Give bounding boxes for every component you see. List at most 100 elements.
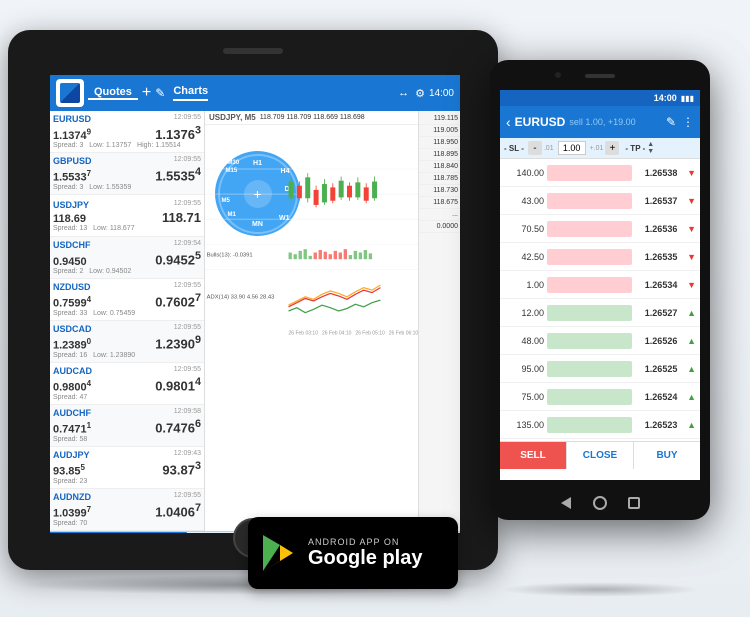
quote-row[interactable]: AUDJPY 12:09:43 93.855 93.873 Spread: 23 bbox=[50, 447, 204, 489]
ob-qty: 12.00 bbox=[504, 308, 544, 318]
orderbook-row: 140.00 1.26538 ▼ bbox=[500, 159, 700, 187]
tp-up-arrow[interactable]: ▲ bbox=[647, 141, 654, 148]
quote-row[interactable]: AUDCHF 12:09:58 0.74711 0.74766 Spread: … bbox=[50, 405, 204, 447]
ob-qty: 70.50 bbox=[504, 224, 544, 234]
quote-ask: 1.13763 bbox=[155, 127, 201, 142]
quote-low-high: Spread: 70 bbox=[53, 520, 201, 527]
quote-low-high: Spread: 2 Low: 0.94502 bbox=[53, 268, 201, 275]
buy-button[interactable]: BUY bbox=[634, 442, 700, 469]
quote-low-high: Spread: 33 Low: 0.75459 bbox=[53, 310, 201, 317]
sl-increment-label: +.01 bbox=[590, 145, 604, 152]
ob-sell-arrow: ▼ bbox=[687, 196, 696, 206]
quote-row[interactable]: GBPUSD 12:09:55 1.55337 1.55354 Spread: … bbox=[50, 153, 204, 195]
price-item: 118.840 bbox=[419, 161, 460, 173]
google-play-badge[interactable]: ANDROID APP ON Google play bbox=[248, 517, 458, 589]
ob-price: 1.26527 bbox=[635, 308, 687, 318]
quote-bid: 0.75994 bbox=[53, 295, 91, 310]
edit-icon[interactable]: ✎ bbox=[666, 115, 676, 129]
price-item: 118.730 bbox=[419, 185, 460, 197]
quote-low-high: Spread: 13 Low: 118.677 bbox=[53, 225, 201, 232]
quote-ask: 0.94525 bbox=[155, 250, 201, 267]
ob-buy-arrow: ▲ bbox=[687, 364, 696, 374]
ob-sell-arrow: ▼ bbox=[687, 252, 696, 262]
quote-row[interactable]: USDJPY 12:09:55 118.69 118.71 Spread: 13… bbox=[50, 195, 204, 237]
close-button[interactable]: CLOSE bbox=[566, 442, 634, 469]
quote-row[interactable]: AUDCAD 12:09:55 0.98004 0.98014 Spread: … bbox=[50, 363, 204, 405]
order-controls: - SL - - .01 1.00 +.01 + - TP - ▲ ▼ bbox=[500, 138, 700, 159]
app-logo bbox=[56, 79, 84, 107]
ob-price: 1.26537 bbox=[635, 196, 687, 206]
phone-time: 14:00 bbox=[654, 93, 677, 103]
back-arrow-icon[interactable]: ‹ bbox=[506, 114, 511, 130]
quote-row[interactable]: AUDNZD 12:09:55 1.03997 1.04067 Spread: … bbox=[50, 489, 204, 531]
trade-tab[interactable]: TRADE bbox=[50, 532, 187, 533]
quotes-tab[interactable]: Quotes bbox=[88, 86, 138, 100]
quote-time: 12:09:55 bbox=[174, 366, 201, 376]
quote-time: 12:09:58 bbox=[174, 408, 201, 418]
orderbook: 140.00 1.26538 ▼ 43.00 1.26537 ▼ 70.50 1… bbox=[500, 159, 700, 441]
home-nav-button[interactable] bbox=[591, 494, 609, 512]
price-chart: Bulls(13): -0.0391 bbox=[205, 125, 418, 355]
signal-icon: ▮▮▮ bbox=[681, 94, 694, 103]
quote-name: AUDCAD bbox=[53, 366, 92, 376]
ob-sell-arrow: ▼ bbox=[687, 168, 696, 178]
tp-arrows[interactable]: ▲ ▼ bbox=[647, 141, 654, 155]
quote-row[interactable]: NZDUSD 12:09:55 0.75994 0.76027 Spread: … bbox=[50, 279, 204, 321]
quote-bid: 93.855 bbox=[53, 463, 85, 478]
quote-ask: 1.23909 bbox=[155, 334, 201, 351]
back-nav-button[interactable] bbox=[557, 494, 575, 512]
quote-low-high: Spread: 58 bbox=[53, 436, 201, 443]
quote-name: USDJPY bbox=[53, 200, 89, 210]
tablet-screen: Quotes + ✎ Charts ↔ ⚙ 14:00 EURUSD 12:09… bbox=[50, 75, 460, 533]
quote-ask: 0.74766 bbox=[155, 418, 201, 435]
quote-bid: 0.98004 bbox=[53, 379, 91, 394]
header-time: 14:00 bbox=[429, 88, 454, 99]
recents-nav-button[interactable] bbox=[625, 494, 643, 512]
settings-icon[interactable]: ⚙ bbox=[415, 87, 425, 100]
price-item: 118.950 bbox=[419, 137, 460, 149]
orderbook-row: 135.00 1.26523 ▲ bbox=[500, 411, 700, 439]
tp-down-arrow[interactable]: ▼ bbox=[647, 148, 654, 155]
chart-panel: USDJPY, M5 118.709 118.709 118.669 118.6… bbox=[205, 111, 418, 531]
quote-bid: 0.9450 bbox=[53, 256, 87, 268]
ob-buy-bar bbox=[547, 417, 632, 433]
phone-shadow bbox=[500, 582, 700, 597]
phone-sell-info: sell 1.00, +19.00 bbox=[569, 117, 635, 127]
quote-ask: 1.04067 bbox=[155, 502, 201, 519]
ob-qty: 135.00 bbox=[504, 420, 544, 430]
quote-time: 12:09:55 bbox=[174, 200, 201, 210]
quote-row[interactable]: USDCAD 12:09:55 1.23890 1.23909 Spread: … bbox=[50, 321, 204, 363]
ob-price: 1.26524 bbox=[635, 392, 687, 402]
sl-minus-button[interactable]: - bbox=[528, 141, 542, 155]
ob-sell-bar bbox=[547, 193, 632, 209]
ob-qty: 95.00 bbox=[504, 364, 544, 374]
orderbook-row: 75.00 1.26524 ▲ bbox=[500, 383, 700, 411]
charts-tab[interactable]: Charts bbox=[173, 85, 208, 101]
ob-buy-arrow: ▲ bbox=[687, 308, 696, 318]
orderbook-row: 95.00 1.26525 ▲ bbox=[500, 355, 700, 383]
orderbook-row: 70.50 1.26536 ▼ bbox=[500, 215, 700, 243]
orderbook-row: 48.00 1.26526 ▲ bbox=[500, 327, 700, 355]
quote-ask: 0.76027 bbox=[155, 292, 201, 309]
phone-speaker bbox=[585, 74, 615, 78]
phone-symbol: EURUSD bbox=[515, 115, 566, 129]
quote-row[interactable]: EURUSD 12:09:55 1.13749 1.13763 Spread: … bbox=[50, 111, 204, 153]
quote-name: EURUSD bbox=[53, 114, 91, 124]
edit-icon[interactable]: ✎ bbox=[155, 86, 165, 100]
phone-footer: SELL CLOSE BUY bbox=[500, 441, 700, 469]
sl-plus-button[interactable]: + bbox=[605, 141, 619, 155]
sell-button[interactable]: SELL bbox=[500, 442, 566, 469]
ob-price: 1.26536 bbox=[635, 224, 687, 234]
quote-name: USDCAD bbox=[53, 324, 92, 334]
quote-row[interactable]: USDCHF 12:09:54 0.9450 0.94525 Spread: 2… bbox=[50, 237, 204, 279]
ob-price: 1.26535 bbox=[635, 252, 687, 262]
ob-qty: 140.00 bbox=[504, 168, 544, 178]
phone-camera bbox=[555, 72, 561, 78]
add-tab-button[interactable]: + bbox=[142, 84, 151, 102]
more-icon[interactable]: ⋮ bbox=[682, 115, 694, 129]
ob-buy-arrow: ▲ bbox=[687, 336, 696, 346]
sl-value[interactable]: 1.00 bbox=[558, 141, 586, 155]
quote-ask: 118.71 bbox=[162, 210, 201, 225]
ob-qty: 43.00 bbox=[504, 196, 544, 206]
phone-screen: 14:00 ▮▮▮ ‹ EURUSD sell 1.00, +19.00 ✎ ⋮… bbox=[500, 90, 700, 480]
